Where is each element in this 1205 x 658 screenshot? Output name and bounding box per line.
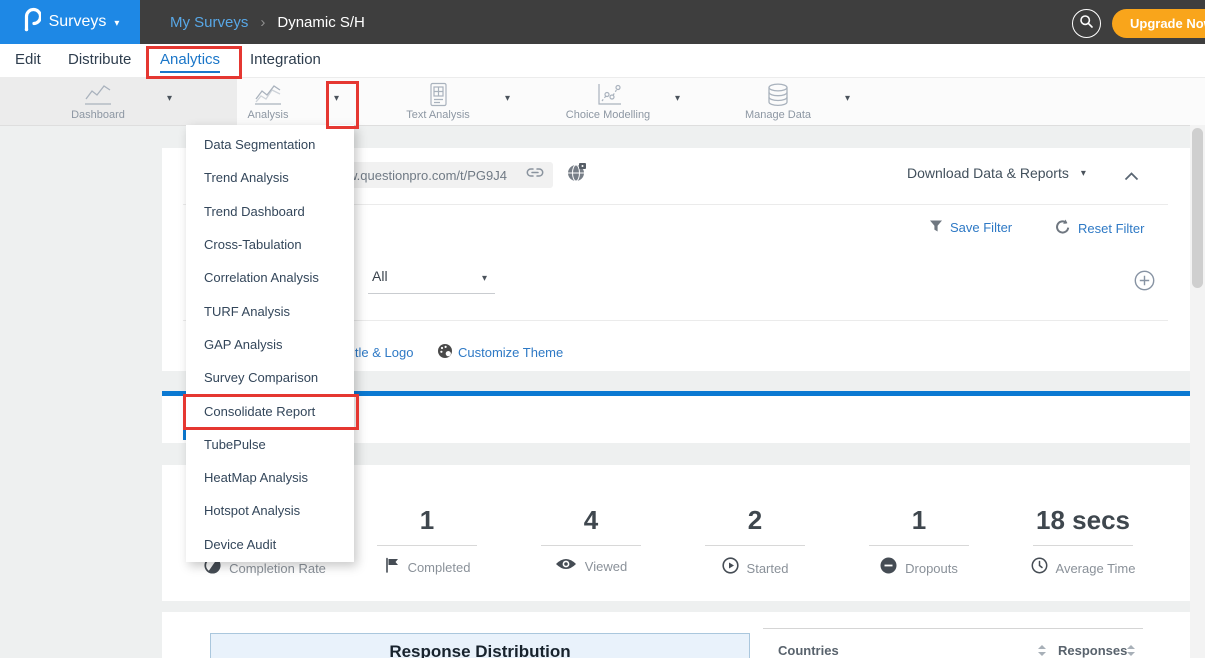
- line-chart-icon: [13, 82, 183, 108]
- funnel-icon: [929, 219, 943, 236]
- response-distribution-title: Response Distribution: [211, 642, 749, 658]
- copy-link-icon[interactable]: [525, 166, 545, 184]
- chevron-down-icon: ▾: [114, 18, 119, 29]
- divider: [705, 545, 805, 546]
- countries-table: Countries Responses: [763, 628, 1143, 658]
- stat-value: 18 secs: [1008, 505, 1158, 536]
- toolbar-item-choice-modelling[interactable]: Choice Modelling: [523, 78, 693, 125]
- sort-icon[interactable]: [1127, 645, 1135, 656]
- download-data-reports-dropdown[interactable]: Download Data & Reports ▾: [907, 165, 1086, 181]
- tab-integration[interactable]: Integration: [250, 51, 321, 68]
- menu-item-heatmap-analysis[interactable]: HeatMap Analysis: [186, 461, 354, 494]
- search-icon: [1079, 14, 1094, 34]
- breadcrumb-separator: ›: [260, 14, 265, 31]
- reset-icon: [1055, 219, 1071, 237]
- responses-column-header[interactable]: Responses: [1058, 643, 1127, 658]
- flag-icon: [384, 557, 400, 578]
- tab-analytics[interactable]: Analytics: [160, 51, 220, 73]
- save-filter-button[interactable]: Save Filter: [929, 219, 1012, 236]
- toolbar-item-manage-data[interactable]: Manage Data: [693, 78, 863, 125]
- tab-edit[interactable]: Edit: [15, 51, 41, 68]
- database-icon: [693, 82, 863, 109]
- menu-item-cross-tabulation[interactable]: Cross-Tabulation: [186, 228, 354, 261]
- menu-item-trend-dashboard[interactable]: Trend Dashboard: [186, 195, 354, 228]
- product-switcher[interactable]: Surveys ▾: [0, 0, 140, 44]
- eye-icon: [555, 557, 577, 576]
- vertical-scrollbar[interactable]: [1190, 125, 1205, 658]
- multi-line-chart-icon: [183, 82, 353, 108]
- minus-circle-icon: [880, 557, 897, 579]
- reset-filter-label: Reset Filter: [1078, 221, 1144, 236]
- reset-filter-button[interactable]: Reset Filter: [1055, 219, 1144, 237]
- scrollbar-thumb[interactable]: [1192, 128, 1203, 288]
- surveys-menu-label: Surveys: [49, 13, 107, 31]
- add-filter-button[interactable]: [1134, 270, 1155, 296]
- menu-item-device-audit[interactable]: Device Audit: [186, 528, 354, 561]
- survey-url-field[interactable]: w.questionpro.com/t/PG9J4: [340, 162, 553, 188]
- chevron-down-icon[interactable]: ▾: [334, 93, 339, 104]
- divider: [869, 545, 969, 546]
- menu-item-tubepulse[interactable]: TubePulse: [186, 428, 354, 461]
- menu-item-turf-analysis[interactable]: TURF Analysis: [186, 294, 354, 327]
- survey-title-logo-link[interactable]: itle & Logo: [352, 345, 413, 360]
- questionpro-analytics-screen: Surveys ▾ My Surveys › Dynamic S/H Upgra…: [0, 0, 1205, 658]
- menu-item-correlation-analysis[interactable]: Correlation Analysis: [186, 261, 354, 294]
- top-bar: Surveys ▾ My Surveys › Dynamic S/H Upgra…: [0, 0, 1205, 44]
- filter-select[interactable]: All ▾: [368, 263, 495, 294]
- tab-distribute[interactable]: Distribute: [68, 51, 131, 68]
- survey-tabs: Edit Distribute Analytics Integration: [0, 44, 1205, 78]
- breadcrumb-current-survey: Dynamic S/H: [277, 14, 365, 31]
- breadcrumb-my-surveys[interactable]: My Surveys: [170, 14, 248, 31]
- clock-icon: [1031, 557, 1048, 579]
- chevron-down-icon: ▾: [482, 273, 487, 284]
- divider: [541, 545, 641, 546]
- stat-value: 4: [516, 505, 666, 536]
- stat-value: 2: [680, 505, 830, 536]
- chevron-down-icon[interactable]: ▾: [167, 93, 172, 104]
- menu-item-survey-comparison[interactable]: Survey Comparison: [186, 361, 354, 394]
- analytics-toolbar: Dashboard ▾ Analysis ▾ Text Analysis ▾ C…: [0, 78, 1205, 126]
- scatter-line-icon: [523, 82, 693, 108]
- sort-icon[interactable]: [1038, 645, 1046, 656]
- globe-lock-icon[interactable]: [566, 161, 588, 188]
- document-grid-icon: [353, 82, 523, 108]
- chevron-down-icon[interactable]: ▾: [675, 93, 680, 104]
- chevron-down-icon: ▾: [1081, 168, 1086, 179]
- divider: [377, 545, 477, 546]
- toolbar-item-analysis[interactable]: Analysis: [183, 78, 353, 125]
- analysis-dropdown-menu: Data Segmentation Trend Analysis Trend D…: [186, 125, 354, 562]
- chevron-down-icon[interactable]: ▾: [505, 93, 510, 104]
- toolbar-item-dashboard[interactable]: Dashboard: [13, 78, 183, 125]
- upgrade-now-button[interactable]: Upgrade Now: [1112, 9, 1205, 38]
- menu-item-hotspot-analysis[interactable]: Hotspot Analysis: [186, 494, 354, 527]
- chevron-down-icon[interactable]: ▾: [845, 93, 850, 104]
- customize-theme-link[interactable]: Customize Theme: [458, 345, 563, 360]
- response-distribution-panel: Response Distribution: [210, 633, 750, 658]
- breadcrumb: My Surveys › Dynamic S/H: [170, 0, 365, 44]
- collapse-panel-button[interactable]: [1124, 168, 1139, 186]
- palette-icon: [437, 343, 453, 364]
- menu-item-consolidate-report[interactable]: Consolidate Report: [186, 394, 354, 427]
- menu-item-gap-analysis[interactable]: GAP Analysis: [186, 328, 354, 361]
- play-circle-icon: [722, 557, 739, 579]
- stat-value: 1: [844, 505, 994, 536]
- bottom-widgets-band: Response Distribution Countries Response…: [162, 612, 1190, 658]
- toolbar-item-text-analysis[interactable]: Text Analysis: [353, 78, 523, 125]
- menu-item-trend-analysis[interactable]: Trend Analysis: [186, 161, 354, 194]
- menu-item-data-segmentation[interactable]: Data Segmentation: [186, 128, 354, 161]
- download-data-reports-label: Download Data & Reports: [907, 165, 1069, 181]
- filter-select-value: All: [372, 268, 388, 284]
- questionpro-logo-icon: [21, 7, 41, 38]
- divider: [1033, 545, 1133, 546]
- search-button[interactable]: [1072, 9, 1101, 38]
- survey-url-text: w.questionpro.com/t/PG9J4: [348, 168, 525, 183]
- save-filter-label: Save Filter: [950, 220, 1012, 235]
- countries-column-header[interactable]: Countries: [778, 643, 839, 658]
- stat-value: 1: [352, 505, 502, 536]
